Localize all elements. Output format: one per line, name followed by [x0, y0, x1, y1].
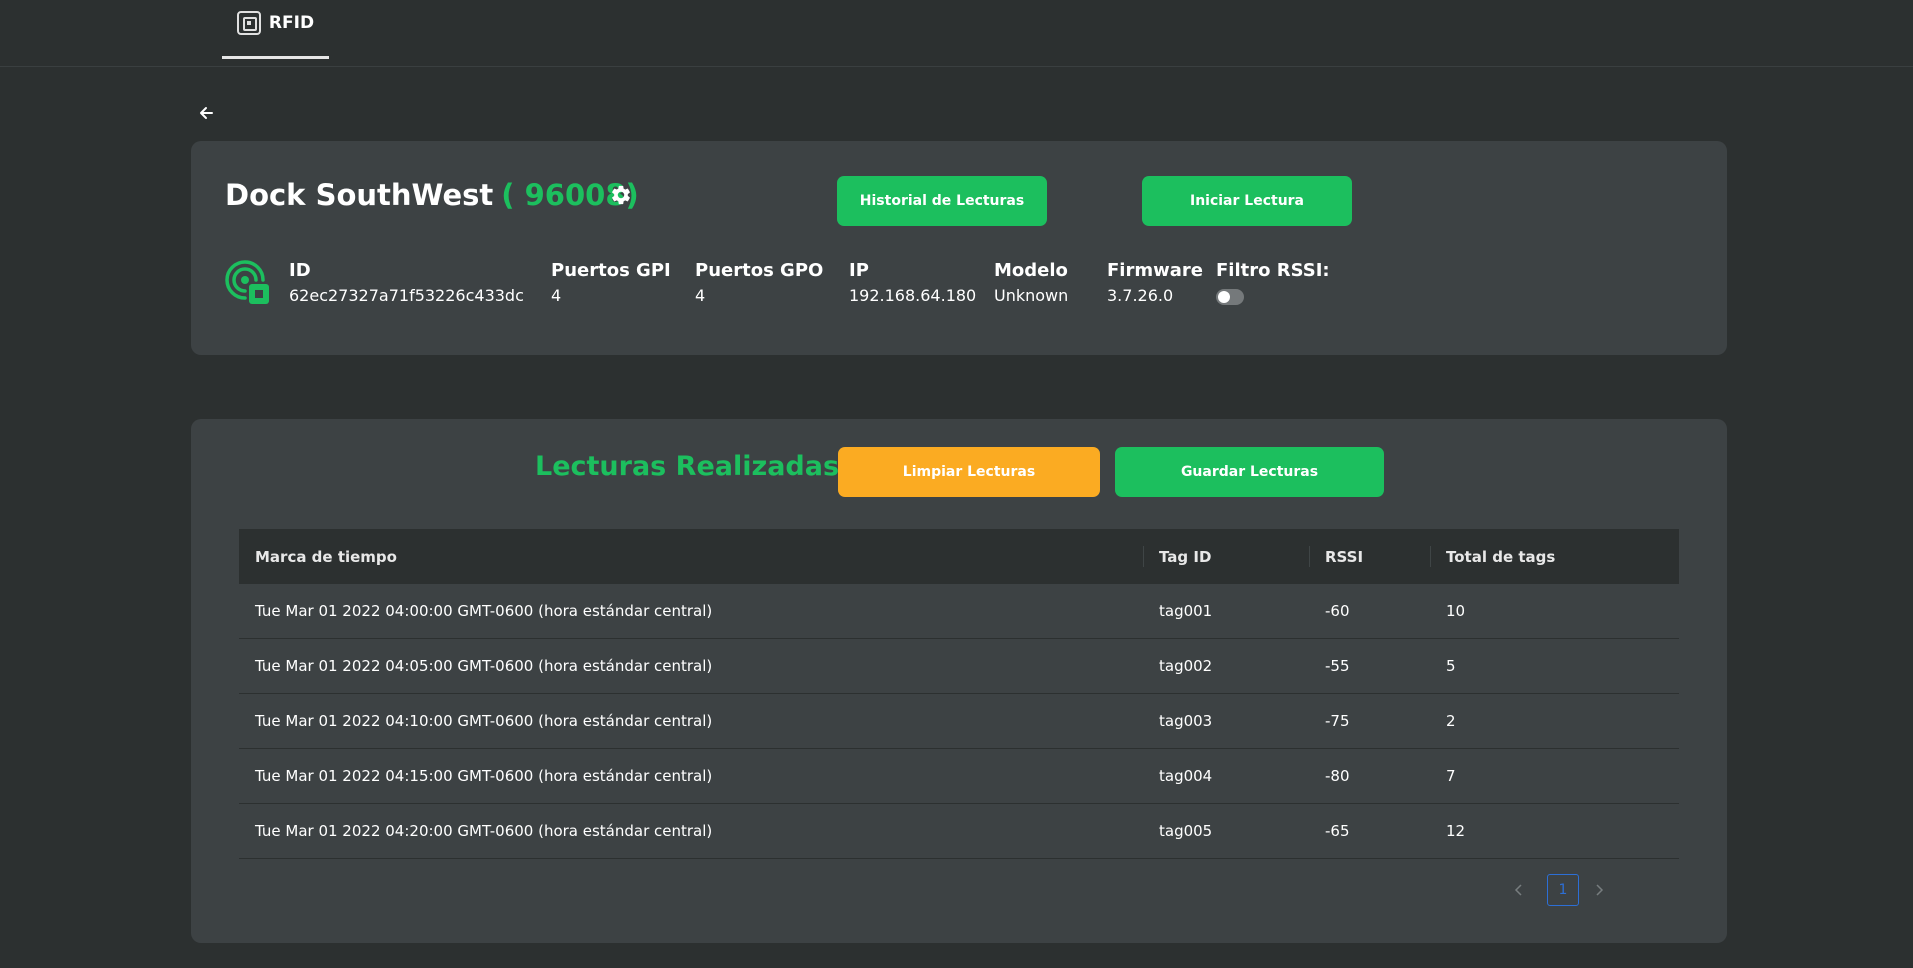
top-nav-bar: RFID	[0, 0, 1913, 67]
info-firmware: Firmware 3.7.26.0	[1107, 260, 1203, 305]
reader-card: Dock SouthWest ( 96008) Historial de Lec…	[191, 141, 1727, 355]
rssi-filter-toggle[interactable]	[1216, 289, 1244, 305]
tab-rfid[interactable]: RFID	[222, 0, 329, 59]
cell-timestamp: Tue Mar 01 2022 04:00:00 GMT-0600 (hora …	[255, 602, 713, 620]
cell-timestamp: Tue Mar 01 2022 04:15:00 GMT-0600 (hora …	[255, 767, 713, 785]
cell-total-tags: 7	[1446, 767, 1456, 785]
table-row: Tue Mar 01 2022 04:05:00 GMT-0600 (hora …	[239, 639, 1679, 694]
info-gpi: Puertos GPI 4	[551, 260, 671, 305]
cell-tag-id: tag001	[1159, 602, 1213, 620]
info-ip: IP 192.168.64.180	[849, 260, 976, 305]
pagination: 1	[1507, 874, 1667, 906]
cell-tag-id: tag004	[1159, 767, 1213, 785]
rfid-chip-icon	[236, 11, 261, 35]
clear-readings-button[interactable]: Limpiar Lecturas	[838, 447, 1100, 497]
reader-name: Dock SouthWest	[225, 178, 494, 212]
cell-rssi: -55	[1325, 657, 1350, 675]
column-header-timestamp[interactable]: Marca de tiempo	[239, 529, 1143, 584]
ip-label: IP	[849, 260, 869, 281]
column-header-rssi[interactable]: RSSI	[1309, 529, 1430, 584]
rfid-reader-icon	[225, 258, 269, 304]
firmware-label: Firmware	[1107, 260, 1203, 281]
gpo-label: Puertos GPO	[695, 260, 824, 281]
save-readings-button[interactable]: Guardar Lecturas	[1115, 447, 1384, 497]
cell-total-tags: 5	[1446, 657, 1456, 675]
id-label: ID	[289, 260, 311, 281]
rssi-filter-label: Filtro RSSI:	[1216, 260, 1330, 281]
table-header: Marca de tiempo Tag ID RSSI Total de tag…	[239, 529, 1679, 584]
tab-rfid-label: RFID	[268, 13, 315, 33]
table-row: Tue Mar 01 2022 04:20:00 GMT-0600 (hora …	[239, 804, 1679, 859]
gpi-label: Puertos GPI	[551, 260, 671, 281]
start-reading-button[interactable]: Iniciar Lectura	[1142, 176, 1352, 226]
cell-total-tags: 2	[1446, 712, 1456, 730]
cell-timestamp: Tue Mar 01 2022 04:10:00 GMT-0600 (hora …	[255, 712, 713, 730]
column-header-tag-id[interactable]: Tag ID	[1143, 529, 1309, 584]
firmware-value: 3.7.26.0	[1107, 286, 1174, 305]
table-row: Tue Mar 01 2022 04:00:00 GMT-0600 (hora …	[239, 584, 1679, 639]
chevron-right-icon[interactable]	[1587, 878, 1611, 902]
cell-tag-id: tag002	[1159, 657, 1213, 675]
readings-table: Marca de tiempo Tag ID RSSI Total de tag…	[239, 529, 1679, 859]
table-row: Tue Mar 01 2022 04:10:00 GMT-0600 (hora …	[239, 694, 1679, 749]
cell-rssi: -65	[1325, 822, 1350, 840]
cell-rssi: -80	[1325, 767, 1350, 785]
chevron-left-icon[interactable]	[1507, 878, 1531, 902]
cell-timestamp: Tue Mar 01 2022 04:05:00 GMT-0600 (hora …	[255, 657, 713, 675]
cell-rssi: -75	[1325, 712, 1350, 730]
info-model: Modelo Unknown	[994, 260, 1068, 305]
cell-timestamp: Tue Mar 01 2022 04:20:00 GMT-0600 (hora …	[255, 822, 713, 840]
reader-title: Dock SouthWest ( 96008)	[225, 178, 639, 212]
model-label: Modelo	[994, 260, 1068, 281]
page-button-current[interactable]: 1	[1547, 874, 1579, 906]
column-header-total-tags[interactable]: Total de tags	[1430, 529, 1679, 584]
cell-rssi: -60	[1325, 602, 1350, 620]
info-rssi-filter: Filtro RSSI:	[1216, 260, 1330, 305]
history-button[interactable]: Historial de Lecturas	[837, 176, 1047, 226]
back-arrow-icon[interactable]	[196, 102, 218, 124]
readings-card: Lecturas Realizadas Limpiar Lecturas Gua…	[191, 419, 1727, 943]
cell-total-tags: 10	[1446, 602, 1466, 620]
gpi-value: 4	[551, 286, 562, 305]
gear-icon[interactable]	[608, 184, 634, 210]
id-value: 62ec27327a71f53226c433dc	[289, 286, 524, 305]
cell-tag-id: tag003	[1159, 712, 1213, 730]
model-value: Unknown	[994, 286, 1069, 305]
info-id: ID 62ec27327a71f53226c433dc	[289, 260, 524, 305]
cell-total-tags: 12	[1446, 822, 1466, 840]
cell-tag-id: tag005	[1159, 822, 1213, 840]
readings-title: Lecturas Realizadas	[535, 451, 840, 482]
gpo-value: 4	[695, 286, 706, 305]
ip-value: 192.168.64.180	[849, 286, 977, 305]
info-gpo: Puertos GPO 4	[695, 260, 823, 305]
table-row: Tue Mar 01 2022 04:15:00 GMT-0600 (hora …	[239, 749, 1679, 804]
